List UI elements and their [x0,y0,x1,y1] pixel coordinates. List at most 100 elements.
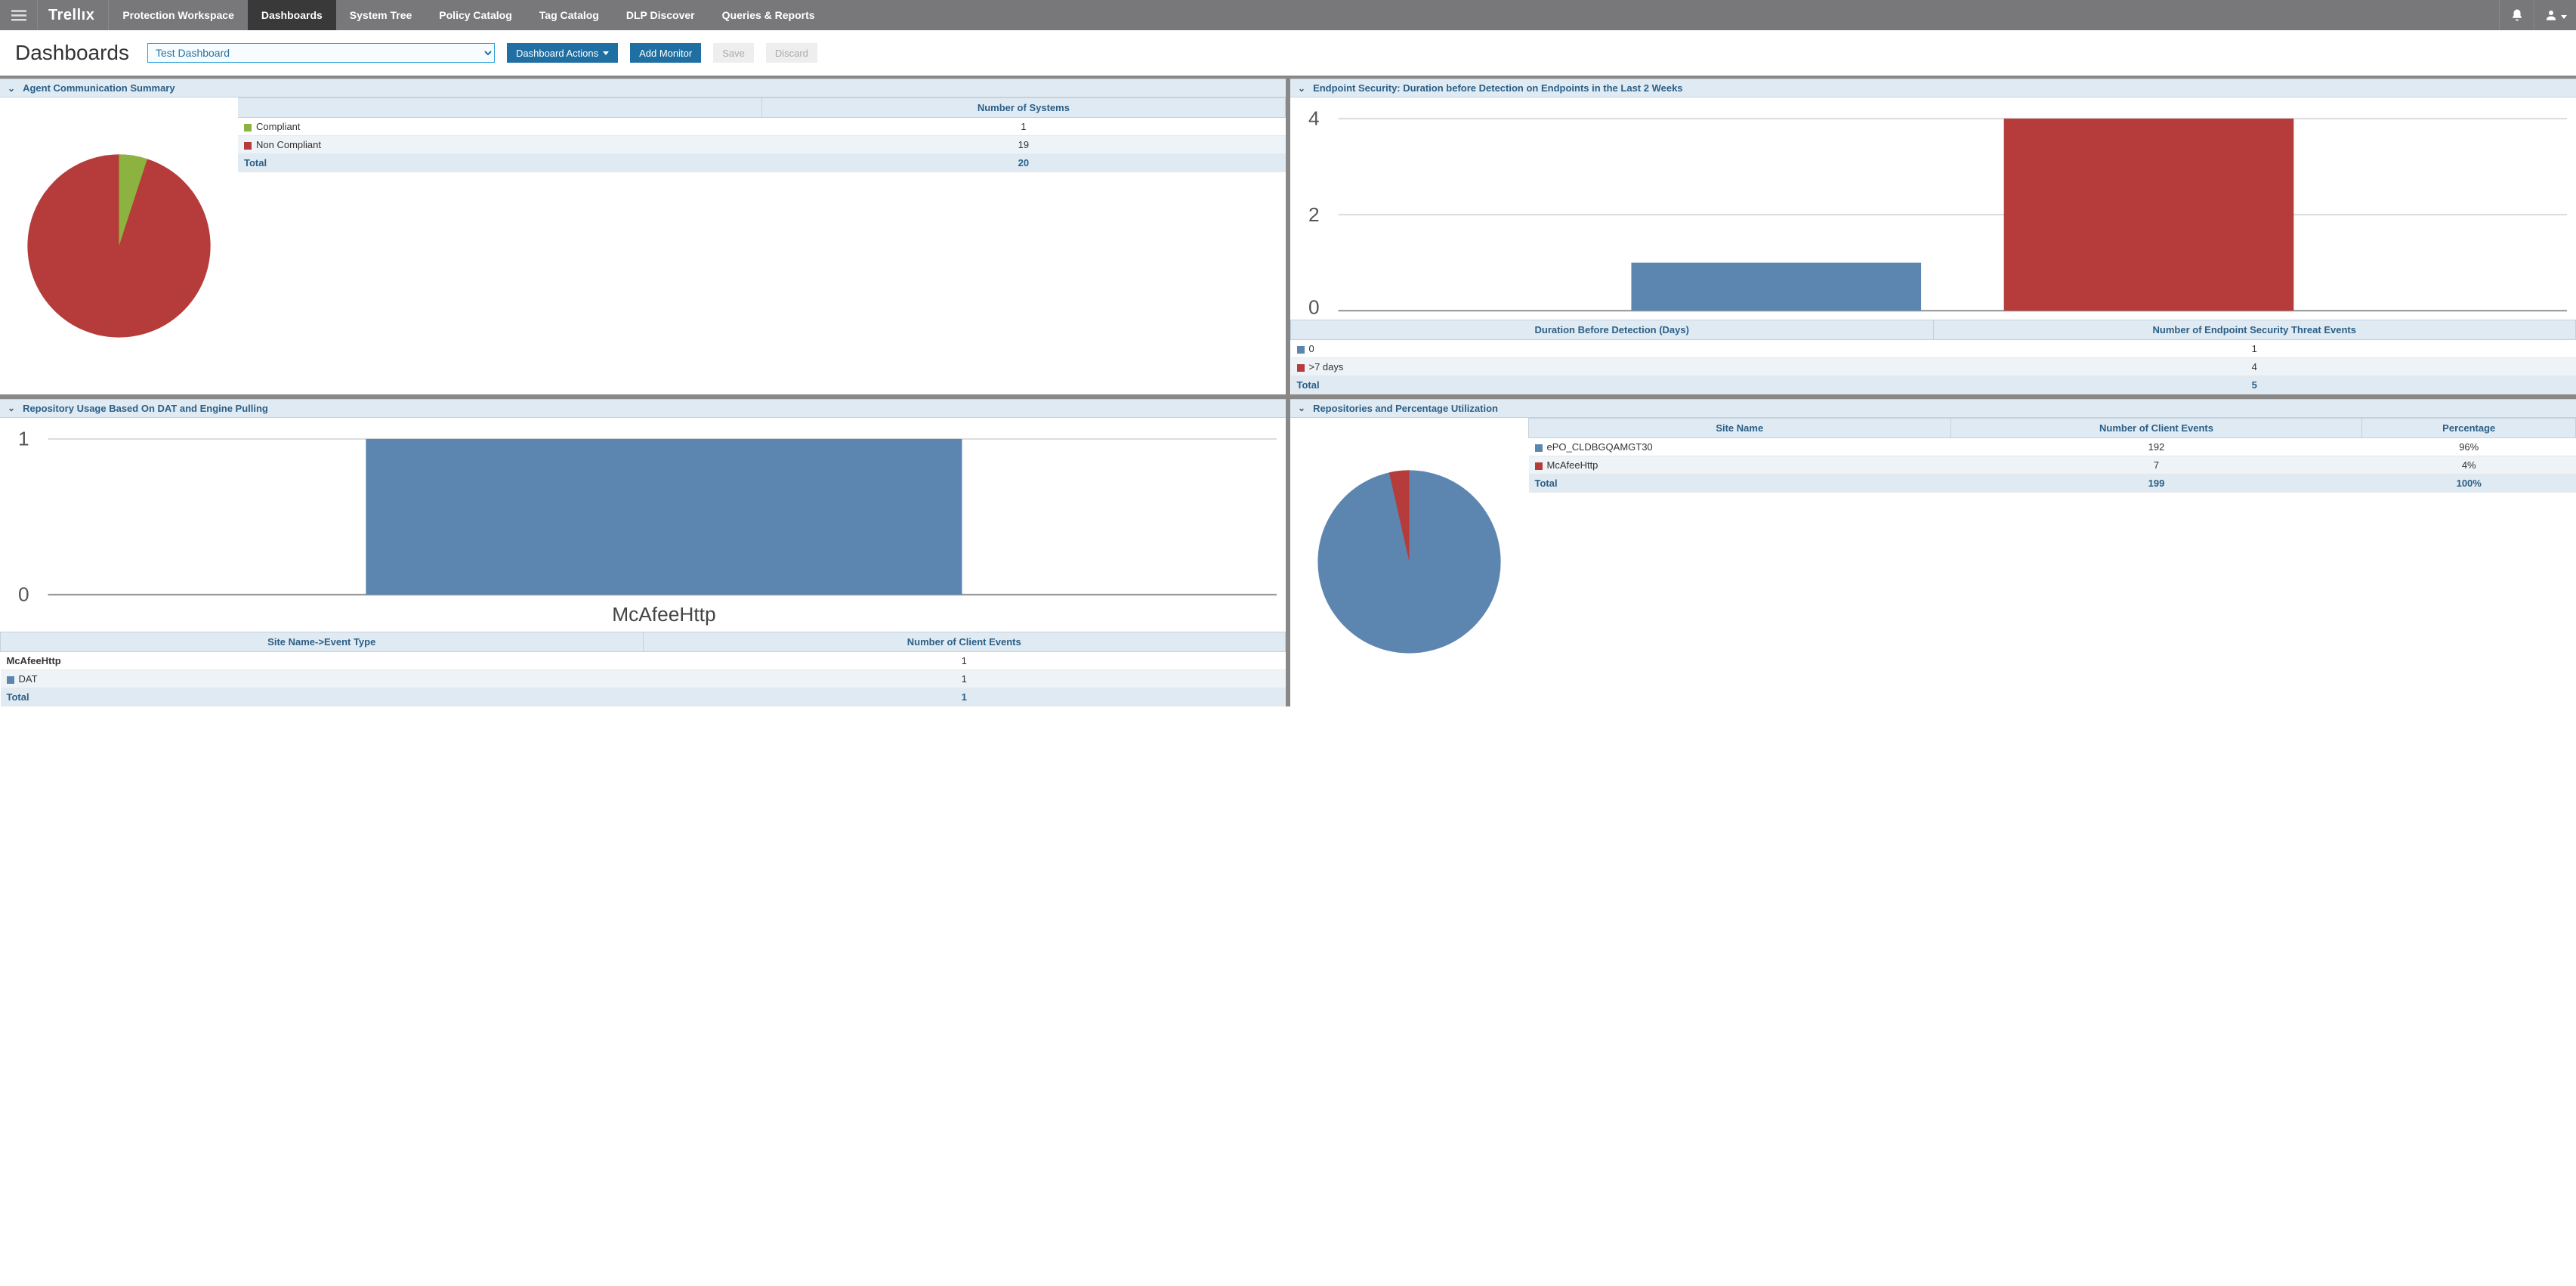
panel-agent-communication: ⌄ Agent Communication Summary Number of … [0,79,1286,394]
svg-text:0: 0 [18,583,29,606]
table-row[interactable]: >7 days 4 [1291,357,2576,376]
row-value: 96% [2362,437,2576,456]
col-header: Number of Client Events [643,632,1286,651]
row-value: 19 [761,136,1285,154]
panel-title: Repository Usage Based On DAT and Engine… [23,403,268,414]
legend-swatch [1297,346,1305,354]
row-label: 0 [1309,343,1314,354]
table-repo-pct: Site Name Number of Client Events Percen… [1528,418,2576,493]
panel-endpoint-security: ⌄ Endpoint Security: Duration before Det… [1290,79,2576,394]
row-label: DAT [19,673,38,685]
nav-dlp-discover[interactable]: DLP Discover [613,0,709,30]
chevron-down-icon [2561,15,2567,19]
col-header: Number of Systems [761,98,1285,118]
table-row[interactable]: McAfeeHttp 7 4% [1529,456,2576,474]
nav-dashboards[interactable]: Dashboards [248,0,336,30]
pie-chart-repo-pct[interactable] [1290,418,1528,706]
col-header: Number of Client Events [1951,418,2362,437]
legend-swatch [244,142,252,150]
panel-header[interactable]: ⌄ Endpoint Security: Duration before Det… [1290,79,2576,97]
total-label: Total [1529,474,1951,492]
total-label: Total [1291,376,1934,394]
legend-swatch [7,676,14,684]
user-menu-button[interactable] [2534,0,2576,30]
legend-swatch [1297,364,1305,372]
table-total-row: Total 1 [1,688,1286,706]
svg-text:1: 1 [18,428,29,450]
panel-repo-usage: ⌄ Repository Usage Based On DAT and Engi… [0,399,1286,706]
row-label: McAfeeHttp [1,651,644,669]
table-repo-usage: Site Name->Event Type Number of Client E… [0,632,1286,706]
save-button: Save [713,43,754,63]
brand-logo[interactable]: Trellıx [38,0,109,30]
nav-items: Protection Workspace Dashboards System T… [109,0,828,30]
svg-text:4: 4 [1308,107,1320,130]
nav-protection-workspace[interactable]: Protection Workspace [109,0,248,30]
total-label: Total [238,154,761,172]
dashboard-select[interactable]: Test Dashboard [147,43,495,63]
table-row[interactable]: ePO_CLDBGQAMGT30 192 96% [1529,437,2576,456]
table-row[interactable]: DAT 1 [1,669,1286,688]
row-value: 1 [643,669,1286,688]
col-header: Site Name->Event Type [1,632,644,651]
row-value: 7 [1951,456,2362,474]
pie-chart-agent-comm[interactable] [0,97,238,394]
panel-repo-pct: ⌄ Repositories and Percentage Utilizatio… [1290,399,2576,706]
table-total-row: Total 5 [1291,376,2576,394]
col-header: Site Name [1529,418,1951,437]
panel-header[interactable]: ⌄ Agent Communication Summary [0,79,1286,97]
chevron-down-icon[interactable]: ⌄ [1298,83,1305,94]
legend-swatch [244,124,252,131]
dashboard-actions-button[interactable]: Dashboard Actions [507,43,618,63]
row-value: 1 [1933,339,2576,357]
dashboard-actions-label: Dashboard Actions [516,48,598,59]
chevron-down-icon[interactable]: ⌄ [8,83,15,94]
total-label: Total [1,688,644,706]
chevron-down-icon[interactable]: ⌄ [8,403,15,413]
table-row[interactable]: McAfeeHttp 1 [1,651,1286,669]
row-label: Non Compliant [256,139,321,150]
panel-header[interactable]: ⌄ Repositories and Percentage Utilizatio… [1290,399,2576,418]
nav-policy-catalog[interactable]: Policy Catalog [425,0,525,30]
table-row[interactable]: Compliant 1 [238,118,1286,136]
row-value: 4% [2362,456,2576,474]
row-value: 192 [1951,437,2362,456]
page-title: Dashboards [15,41,129,65]
bell-icon [2510,8,2524,22]
total-value: 20 [761,154,1285,172]
row-label: Compliant [256,121,301,132]
subheader: Dashboards Test Dashboard Dashboard Acti… [0,30,2576,79]
nav-queries-reports[interactable]: Queries & Reports [709,0,829,30]
nav-tag-catalog[interactable]: Tag Catalog [526,0,613,30]
svg-text:0: 0 [1308,296,1320,317]
notifications-button[interactable] [2499,0,2534,30]
row-value: 4 [1933,357,2576,376]
row-value: 1 [761,118,1285,136]
table-row[interactable]: Non Compliant 19 [238,136,1286,154]
legend-swatch [1535,444,1543,452]
menu-hamburger-button[interactable] [0,0,38,30]
col-header: Percentage [2362,418,2576,437]
bar-chart-endpoint-sec[interactable]: 4 2 0 [1290,97,2576,320]
row-label: ePO_CLDBGQAMGT30 [1547,441,1653,453]
chevron-down-icon[interactable]: ⌄ [1298,403,1305,413]
nav-system-tree[interactable]: System Tree [336,0,426,30]
panel-title: Repositories and Percentage Utilization [1313,403,1498,414]
total-value: 199 [1951,474,2362,492]
svg-text:2: 2 [1308,203,1320,226]
table-row[interactable]: 0 1 [1291,339,2576,357]
panel-header[interactable]: ⌄ Repository Usage Based On DAT and Engi… [0,399,1286,418]
hamburger-icon [11,8,26,23]
total-value: 5 [1933,376,2576,394]
row-label: >7 days [1309,361,1344,373]
panel-title: Agent Communication Summary [23,82,175,94]
row-value: 1 [643,651,1286,669]
user-icon [2544,8,2558,22]
dashboard-grid: ⌄ Agent Communication Summary Number of … [0,79,2576,706]
svg-text:McAfeeHttp: McAfeeHttp [612,603,715,626]
table-endpoint-sec: Duration Before Detection (Days) Number … [1290,320,2576,394]
table-total-row: Total 199 100% [1529,474,2576,492]
panel-title: Endpoint Security: Duration before Detec… [1313,82,1682,94]
bar-chart-repo-usage[interactable]: 1 0 McAfeeHttp [0,418,1286,632]
add-monitor-button[interactable]: Add Monitor [630,43,701,63]
